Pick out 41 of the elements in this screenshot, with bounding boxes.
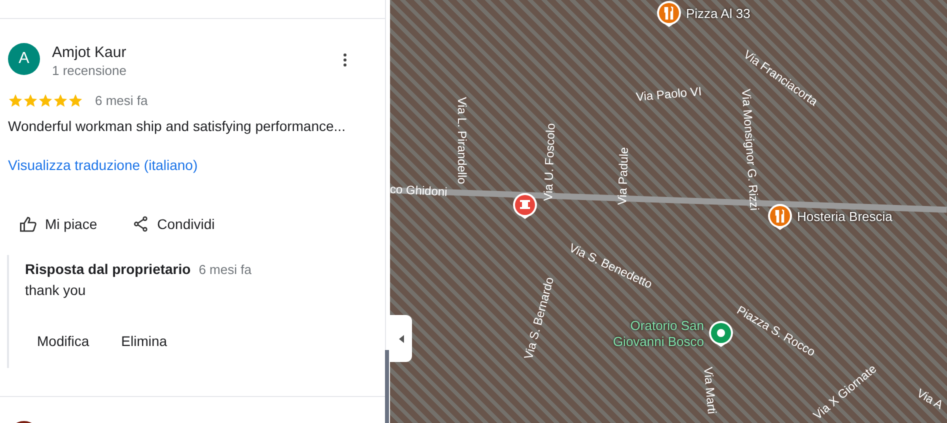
delete-button[interactable]: Elimina (109, 326, 180, 356)
avatar[interactable]: A (8, 43, 40, 75)
star-icon (23, 93, 38, 108)
street-label: Via S. Bernardo (520, 275, 558, 362)
like-button[interactable]: Mi piace (20, 214, 98, 234)
place-label[interactable]: Pizza Al 33 (686, 4, 750, 24)
reply-time: 6 mesi fa (198, 260, 252, 278)
star-icon (68, 93, 83, 108)
street-label: Via L. Pirandello (454, 97, 470, 184)
owner-reply-title: Risposta dal proprietario (25, 260, 191, 279)
place-pin-icon[interactable] (708, 320, 734, 348)
scrollbar-thumb[interactable] (385, 350, 389, 423)
restaurant-pin-icon[interactable] (656, 0, 682, 28)
street-label: Via U. Foscolo (540, 122, 559, 202)
caret-left-icon (398, 334, 404, 342)
street-label: Via Monsignor G. Rizzi (738, 88, 762, 212)
review-text: Wonderful workman ship and satisfying performance... (7, 116, 346, 136)
street-label: Via Marti (700, 366, 720, 415)
star-icon (53, 93, 68, 108)
street-label: Via Paolo VI (635, 83, 702, 106)
share-icon (133, 216, 150, 232)
translation-link[interactable]: Visualizza traduzione (italiano) (0, 154, 385, 176)
star-icon (8, 93, 23, 108)
collapse-panel-button[interactable] (390, 315, 412, 362)
share-button[interactable]: Condividi (133, 214, 215, 234)
street-label: Via A (914, 384, 947, 414)
star-icon (38, 93, 53, 108)
reply-text: thank you (25, 280, 87, 300)
satellite-map[interactable] (390, 0, 947, 423)
street-label: co Ghidoni (390, 181, 448, 201)
thumbs-up-icon (20, 216, 37, 232)
street-label: Via Padule (614, 146, 632, 206)
author-name[interactable]: Amjot Kaur (52, 43, 126, 63)
review-time: 6 mesi fa (95, 92, 148, 110)
place-label[interactable]: Hosteria Brescia (797, 207, 892, 227)
more-options-icon[interactable] (343, 53, 347, 67)
edit-button[interactable]: Modifica (25, 326, 102, 356)
pharmacy-pin-icon[interactable] (512, 192, 538, 220)
place-label[interactable]: Oratorio San Giovanni Bosco (594, 318, 704, 350)
restaurant-pin-icon[interactable] (767, 203, 793, 231)
review-count: 1 recensione (52, 63, 126, 79)
